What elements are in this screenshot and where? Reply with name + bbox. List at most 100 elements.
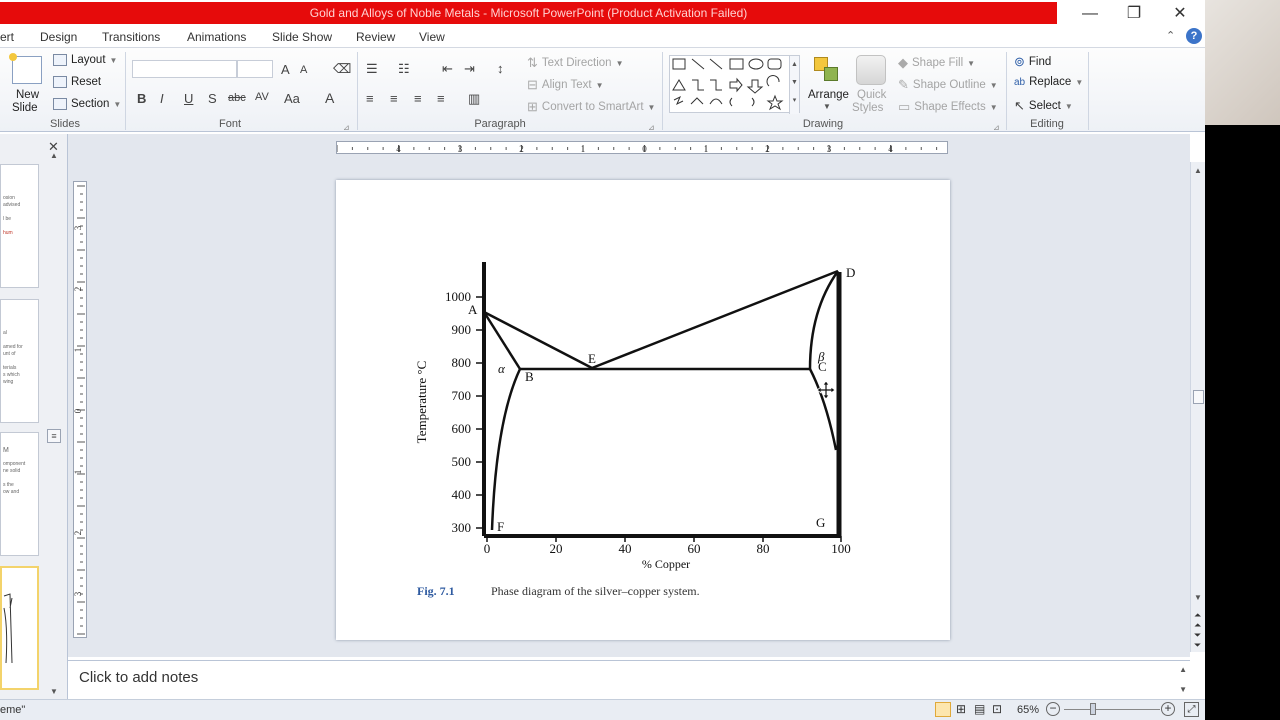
pane-scroll-up-icon[interactable]: ▲: [50, 151, 58, 160]
notes-scroll-down-icon[interactable]: ▼: [1179, 685, 1187, 694]
shape-effects-button[interactable]: ▭ Shape Effects ▼: [898, 99, 998, 115]
slide-canvas[interactable]: 1000 900 800 700 600 500 400 300 0 20 40…: [336, 180, 950, 640]
italic-button[interactable]: I: [160, 91, 164, 106]
clear-format-icon[interactable]: ⌫: [333, 61, 351, 77]
fit-to-window-icon[interactable]: ⤢: [1184, 702, 1199, 717]
align-text-button[interactable]: ⊟ Align Text ▼: [527, 77, 603, 93]
find-button[interactable]: ⊚ Find: [1014, 54, 1051, 70]
arrange-icon[interactable]: [812, 55, 842, 85]
char-spacing-button[interactable]: AV: [255, 91, 269, 103]
align-center-icon[interactable]: ≡: [390, 91, 398, 106]
select-button[interactable]: ↖ Select ▼: [1014, 98, 1073, 114]
slide-thumbnail-selected[interactable]: [0, 566, 39, 690]
underline-button[interactable]: U: [184, 91, 193, 106]
text-direction-button[interactable]: ⇅ Text Direction ▼: [527, 55, 624, 71]
close-button[interactable]: ✕: [1158, 0, 1202, 27]
next-slide-icon[interactable]: ⏷ ⏷: [1194, 630, 1201, 650]
align-right-icon[interactable]: ≡: [414, 91, 422, 106]
drawing-dialog-launcher-icon[interactable]: ⊿: [993, 123, 1000, 132]
notes-pane[interactable]: Click to add notes ▲ ▼: [68, 660, 1190, 698]
point-label-a: A: [468, 302, 478, 317]
tab-insert[interactable]: ert: [0, 27, 14, 47]
align-left-icon[interactable]: ≡: [366, 91, 374, 106]
ruler-label: 4: [888, 144, 893, 154]
replace-button[interactable]: ab Replace ▼: [1014, 76, 1083, 88]
tab-animations[interactable]: Animations: [187, 27, 246, 47]
minimize-button[interactable]: —: [1068, 0, 1112, 27]
arrange-label[interactable]: Arrange: [808, 89, 849, 101]
shapes-gallery[interactable]: ▲ ▼ ▾: [669, 55, 800, 114]
y-tick-label: 700: [452, 388, 472, 403]
thumbnail-text: amed for: [3, 344, 23, 350]
collapse-ribbon-icon[interactable]: ⌃: [1166, 29, 1175, 42]
slide-thumbnail[interactable]: M omponent ne solid s the ow and: [0, 432, 39, 556]
ruler-label: 0: [74, 408, 83, 413]
binoculars-icon: ⊚: [1014, 54, 1025, 69]
bullets-icon[interactable]: ☰: [366, 61, 378, 77]
horizontal-ruler: 4 3 2 1 0 1 2 3 4: [336, 141, 953, 154]
pane-scroll-down-icon[interactable]: ▼: [50, 687, 58, 696]
y-tick-label: 300: [452, 520, 472, 535]
font-size-box[interactable]: [237, 60, 273, 78]
font-dialog-launcher-icon[interactable]: ⊿: [343, 123, 350, 132]
tab-slide-show[interactable]: Slide Show: [272, 27, 332, 47]
shadow-button[interactable]: S: [208, 91, 217, 106]
shape-fill-button[interactable]: ◆ Shape Fill ▼: [898, 55, 975, 71]
bold-button[interactable]: B: [137, 91, 146, 106]
new-slide-label-2[interactable]: Slide: [12, 102, 38, 114]
strikethrough-button[interactable]: abc: [228, 92, 246, 104]
layout-button[interactable]: Layout ▼: [53, 54, 117, 66]
tab-transitions[interactable]: Transitions: [102, 27, 160, 47]
quick-styles-label-1[interactable]: Quick: [857, 89, 886, 101]
new-slide-label-1[interactable]: New: [16, 89, 39, 101]
slideshow-view-icon[interactable]: ⊡: [992, 702, 1002, 716]
ruler-label: 1: [74, 470, 83, 475]
increase-indent-icon[interactable]: ⇥: [464, 61, 475, 77]
shrink-font-icon[interactable]: A: [300, 64, 307, 76]
paragraph-group-label: Paragraph: [474, 118, 526, 130]
scroll-thumb[interactable]: [1193, 390, 1204, 404]
scroll-up-icon[interactable]: ▲: [1194, 166, 1202, 175]
ruler-label: 1: [74, 348, 83, 353]
notes-scroll-up-icon[interactable]: ▲: [1179, 665, 1187, 674]
change-case-button[interactable]: Aa: [284, 91, 300, 106]
decrease-indent-icon[interactable]: ⇤: [442, 61, 453, 77]
section-button[interactable]: Section ▼: [53, 98, 121, 110]
pane-scroll-thumb[interactable]: ≡: [47, 429, 61, 443]
new-slide-icon[interactable]: [9, 53, 42, 84]
help-icon[interactable]: ?: [1186, 28, 1202, 44]
zoom-level[interactable]: 65%: [1017, 704, 1039, 716]
zoom-slider-thumb[interactable]: [1090, 703, 1096, 715]
grow-font-icon[interactable]: A: [281, 62, 290, 77]
zoom-out-icon[interactable]: −: [1046, 702, 1060, 716]
normal-view-icon[interactable]: [935, 702, 951, 717]
zoom-slider-track[interactable]: [1064, 709, 1160, 710]
notes-placeholder[interactable]: Click to add notes: [79, 669, 198, 686]
x-tick-label: 60: [688, 541, 701, 556]
zoom-in-icon[interactable]: +: [1161, 702, 1175, 716]
slide-thumbnail[interactable]: al amed for unt of terials s which wing: [0, 299, 39, 423]
previous-slide-icon[interactable]: ⏶ ⏶: [1194, 610, 1201, 630]
slide-thumbnail[interactable]: osion advised l be hum: [0, 164, 39, 288]
font-color-button[interactable]: A: [325, 90, 334, 106]
convert-smartart-button[interactable]: ⊞ Convert to SmartArt ▼: [527, 99, 655, 115]
tab-design[interactable]: Design: [40, 27, 77, 47]
tab-view[interactable]: View: [419, 27, 445, 47]
numbering-icon[interactable]: ☷: [398, 61, 410, 77]
restore-button[interactable]: ❐: [1112, 0, 1156, 27]
line-spacing-icon[interactable]: ↕: [497, 61, 504, 76]
font-name-box[interactable]: [132, 60, 237, 78]
tab-review[interactable]: Review: [356, 27, 395, 47]
quick-styles-label-2[interactable]: Styles: [852, 102, 883, 114]
vertical-scrollbar[interactable]: ▲ ▼ ⏶ ⏶ ⏷ ⏷: [1190, 162, 1205, 652]
reading-view-icon[interactable]: ▤: [974, 702, 985, 716]
scroll-down-icon[interactable]: ▼: [1194, 593, 1202, 602]
slide-sorter-icon[interactable]: ⊞: [956, 702, 966, 716]
quick-styles-icon[interactable]: [856, 55, 886, 85]
reset-button[interactable]: Reset: [53, 76, 101, 88]
ruler-label: 4: [396, 144, 401, 154]
paragraph-dialog-launcher-icon[interactable]: ⊿: [648, 123, 655, 132]
columns-icon[interactable]: ▥: [468, 91, 480, 107]
shape-outline-button[interactable]: ✎ Shape Outline ▼: [898, 77, 998, 93]
justify-icon[interactable]: ≡: [437, 91, 445, 106]
